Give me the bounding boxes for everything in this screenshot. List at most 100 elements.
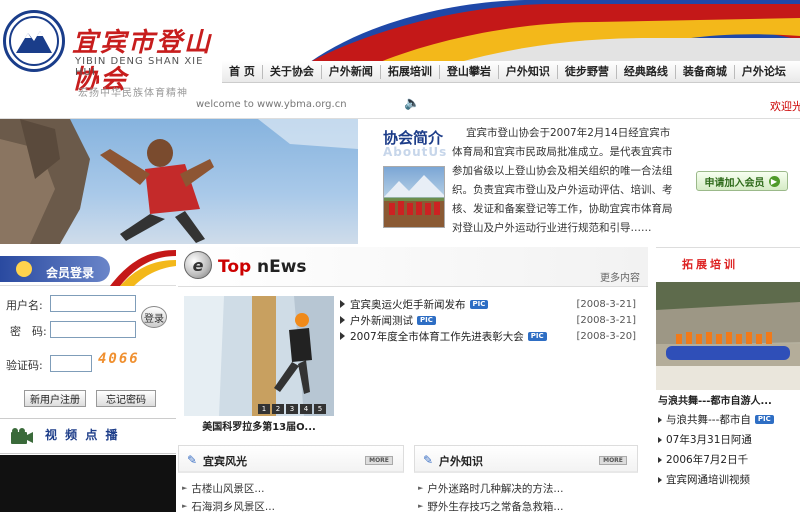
slideshow-page-5[interactable]: 5 bbox=[314, 404, 326, 414]
scenery-panel-header: ✎ 宜宾风光 MORE bbox=[178, 445, 404, 473]
nav-outdoor-news[interactable]: 户外新闻 bbox=[322, 64, 381, 79]
scenery-more-button[interactable]: MORE bbox=[365, 456, 393, 465]
pic-badge: PIC bbox=[527, 331, 547, 341]
list-item-title[interactable]: 与浪共舞---都市自 bbox=[666, 412, 751, 427]
pic-badge: PIC bbox=[754, 415, 774, 424]
pic-badge: PIC bbox=[469, 299, 489, 309]
login-button[interactable]: 登录 bbox=[141, 306, 167, 328]
mountain-emblem-icon bbox=[3, 10, 65, 72]
rafting-photo-caption[interactable]: 与浪共舞---都市自游人... bbox=[658, 392, 772, 407]
pencil-icon: ✎ bbox=[423, 453, 434, 467]
bullet-icon bbox=[658, 476, 662, 483]
intro-group-photo bbox=[383, 166, 445, 228]
list-item-title[interactable]: 古楼山风景区... bbox=[191, 481, 264, 496]
nav-outdoor-knowledge[interactable]: 户外知识 bbox=[499, 64, 558, 79]
top-news-title-top: Top bbox=[218, 257, 252, 277]
news-item-title[interactable]: 2007年度全市体育工作先进表彰大会 bbox=[350, 329, 524, 344]
list-item-title[interactable]: 野外生存技巧之常备急救箱... bbox=[427, 499, 563, 512]
speaker-icon: 🔈 bbox=[404, 96, 421, 111]
nav-home[interactable]: 首 页 bbox=[222, 64, 263, 79]
nav-classic-routes[interactable]: 经典路线 bbox=[617, 64, 676, 79]
captcha-label: 验证码: bbox=[6, 359, 43, 372]
top-news-more-link[interactable]: 更多内容 bbox=[600, 269, 640, 284]
news-item[interactable]: 宜宾奥运火炬手新闻发布 PIC [2008-3-21] bbox=[340, 296, 636, 312]
training-panel-title: 拓展培训 bbox=[682, 258, 738, 271]
news-slideshow-image[interactable] bbox=[184, 296, 334, 416]
list-item[interactable]: 07年3月31日阿通 bbox=[658, 432, 752, 447]
nav-hiking-camping[interactable]: 徒步野营 bbox=[558, 64, 617, 79]
list-item[interactable]: 2006年7月2日千 bbox=[658, 452, 748, 467]
nav-forum[interactable]: 户外论坛 bbox=[735, 65, 793, 79]
main-navigation: 首 页 关于协会 户外新闻 拓展培训 登山攀岩 户外知识 徒步野营 经典路线 装… bbox=[222, 61, 800, 83]
news-item[interactable]: 户外新闻测试 PIC [2008-3-21] bbox=[340, 312, 636, 328]
knowledge-more-button[interactable]: MORE bbox=[599, 456, 627, 465]
logo-english-name: YIBIN DENG SHAN XIE HUI bbox=[75, 56, 204, 78]
member-login-header: 会员登录 bbox=[0, 244, 176, 286]
list-item[interactable]: ► 户外迷路时几种解决的方法... bbox=[418, 480, 563, 496]
list-item[interactable]: ► 野外生存技巧之常备急救箱... bbox=[418, 498, 563, 512]
knowledge-panel-title: 户外知识 bbox=[439, 455, 483, 468]
arrow-right-icon: ► bbox=[182, 502, 188, 510]
list-item-title[interactable]: 户外迷路时几种解决的方法... bbox=[427, 481, 563, 496]
username-label: 用户名: bbox=[6, 299, 43, 312]
username-input[interactable] bbox=[50, 295, 136, 312]
slogan: 宏扬中华民族体育精神 bbox=[78, 88, 188, 99]
slideshow-caption[interactable]: 美国科罗拉多第13届O... bbox=[184, 418, 334, 433]
slideshow-page-2[interactable]: 2 bbox=[272, 404, 284, 414]
knowledge-panel-header: ✎ 户外知识 MORE bbox=[414, 445, 638, 473]
list-item[interactable]: 与浪共舞---都市自 PIC bbox=[658, 412, 774, 427]
news-item-date: [2008-3-21] bbox=[576, 314, 636, 326]
list-item[interactable]: 宜宾网通培训视频 bbox=[658, 472, 750, 487]
logo[interactable]: 宜宾市登山协会 YIBIN DENG SHAN XIE HUI bbox=[0, 0, 225, 95]
pic-badge: PIC bbox=[417, 315, 436, 325]
intro-text: 宜宾市登山协会于2007年2月14日经宜宾市体育局和宜宾市民政局批准成立。是代表… bbox=[452, 127, 673, 234]
bullet-icon bbox=[340, 316, 345, 324]
list-item-title[interactable]: 宜宾网通培训视频 bbox=[666, 472, 750, 487]
bullet-icon bbox=[658, 436, 662, 443]
video-on-demand-title: 视 频 点 播 bbox=[45, 428, 120, 442]
nav-equipment-store[interactable]: 装备商城 bbox=[676, 64, 735, 79]
news-item-date: [2008-3-20] bbox=[576, 330, 636, 342]
join-member-label: 申请加入会员 bbox=[704, 177, 765, 189]
news-item-title[interactable]: 宜宾奥运火炬手新闻发布 bbox=[350, 297, 466, 312]
join-member-button[interactable]: 申请加入会员 ▶ bbox=[696, 171, 788, 191]
slideshow-pager: 1 2 3 4 5 bbox=[258, 404, 326, 414]
register-button[interactable]: 新用户注册 bbox=[24, 390, 86, 407]
bullet-icon bbox=[340, 332, 345, 340]
nav-climbing[interactable]: 登山攀岩 bbox=[440, 64, 499, 79]
list-item-title[interactable]: 2006年7月2日千 bbox=[666, 452, 748, 467]
intro-watermark: AboutUs bbox=[383, 145, 448, 159]
rafting-photo[interactable] bbox=[656, 282, 800, 390]
top-news-title-news: nEws bbox=[257, 257, 307, 277]
list-item[interactable]: ► 古楼山风景区... bbox=[182, 480, 264, 496]
site-header: 宜宾市登山协会 YIBIN DENG SHAN XIE HUI 宏扬中华民族体育… bbox=[0, 0, 800, 118]
pencil-icon: ✎ bbox=[187, 453, 198, 467]
bullet-icon bbox=[340, 300, 345, 308]
list-item-title[interactable]: 石海洞乡风景区... bbox=[191, 499, 275, 512]
bullet-icon bbox=[658, 416, 662, 423]
banner-section: 协会简介 AboutUs 宜宾市登山协会于2007年2月14日经宜宾市体育局和宜… bbox=[0, 118, 800, 244]
scenery-panel-title: 宜宾风光 bbox=[203, 455, 247, 468]
welcome-text: welcome to www.ybma.org.cn bbox=[196, 99, 347, 110]
nav-about[interactable]: 关于协会 bbox=[263, 64, 322, 79]
arrow-right-icon: ► bbox=[418, 502, 424, 510]
captcha-input[interactable] bbox=[50, 355, 92, 372]
bullet-icon bbox=[658, 456, 662, 463]
forgot-password-button[interactable]: 忘记密码 bbox=[96, 390, 156, 407]
news-item-title[interactable]: 户外新闻测试 bbox=[350, 313, 413, 328]
password-input[interactable] bbox=[50, 321, 136, 338]
slideshow-page-3[interactable]: 3 bbox=[286, 404, 298, 414]
video-player-area[interactable] bbox=[0, 455, 176, 512]
slideshow-page-1[interactable]: 1 bbox=[258, 404, 270, 414]
slideshow-page-4[interactable]: 4 bbox=[300, 404, 312, 414]
password-label: 密 码: bbox=[10, 325, 47, 338]
nav-training[interactable]: 拓展培训 bbox=[381, 64, 440, 79]
news-item[interactable]: 2007年度全市体育工作先进表彰大会 PIC [2008-3-20] bbox=[340, 328, 636, 344]
news-item-date: [2008-3-21] bbox=[576, 298, 636, 310]
welcome-marquee: 欢迎光临 bbox=[770, 100, 800, 113]
climber-banner-image bbox=[0, 119, 358, 244]
list-item-title[interactable]: 07年3月31日阿通 bbox=[666, 432, 752, 447]
e-globe-icon: e bbox=[184, 251, 212, 279]
arrow-right-icon: ► bbox=[418, 484, 424, 492]
list-item[interactable]: ► 石海洞乡风景区... bbox=[182, 498, 275, 512]
